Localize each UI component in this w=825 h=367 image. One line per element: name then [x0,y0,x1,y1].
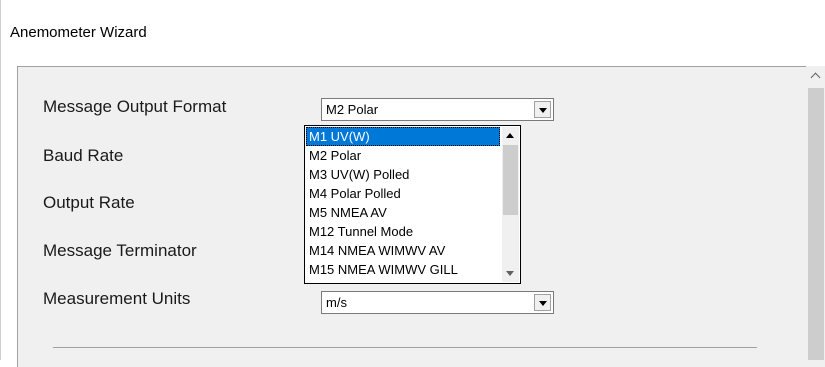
dropdown-scrollbar[interactable] [502,127,519,282]
chevron-down-icon[interactable] [502,265,519,282]
output-format-label: Message Output Format [43,97,227,116]
output-format-dropdown-list[interactable]: M1 UV(W) M2 Polar M3 UV(W) Polled M4 Pol… [304,125,521,284]
output-format-select[interactable]: M2 Polar [321,98,554,121]
dropdown-option[interactable]: M12 Tunnel Mode [306,222,500,241]
output-format-value: M2 Polar [326,102,379,117]
divider [53,347,757,348]
baud-rate-label: Baud Rate [43,146,124,165]
dropdown-option[interactable]: M3 UV(W) Polled [306,165,500,184]
dropdown-option[interactable]: M5 NMEA AV [306,203,500,222]
output-rate-label: Output Rate [43,193,135,212]
chevron-up-icon[interactable] [502,127,519,144]
dropdown-option[interactable]: M2 Polar [306,146,500,165]
dropdown-option[interactable]: M1 UV(W) [306,127,500,146]
chevron-up-icon[interactable] [806,66,825,86]
terminator-label: Message Terminator [43,241,197,260]
dropdown-option[interactable]: M4 Polar Polled [306,184,500,203]
units-select[interactable]: m/s [321,291,554,314]
anemometer-wizard-window: Anemometer Wizard Message Output Format … [0,0,825,367]
units-label: Measurement Units [43,289,191,308]
dropdown-scroll-thumb[interactable] [503,145,518,215]
title-bar: Anemometer Wizard [1,0,825,64]
panel-scroll-thumb[interactable] [808,88,824,360]
dropdown-option[interactable]: M14 NMEA WIMWV AV [306,241,500,260]
units-value: m/s [326,295,347,310]
window-title: Anemometer Wizard [10,24,147,41]
chevron-down-icon[interactable] [534,294,551,311]
chevron-down-icon[interactable] [534,101,551,118]
panel-scrollbar[interactable] [806,66,825,360]
dropdown-option[interactable]: M15 NMEA WIMWV GILL [306,260,500,279]
